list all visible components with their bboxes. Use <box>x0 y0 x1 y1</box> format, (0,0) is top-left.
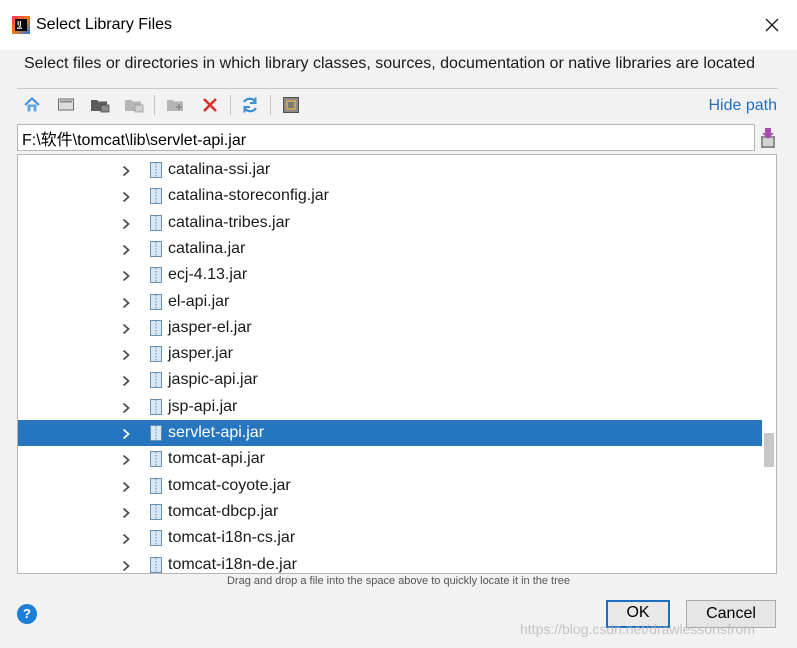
tree-row[interactable]: jsp-api.jar <box>18 394 762 420</box>
watermark: https://blog.csdn.net/drawlessonsfrom <box>520 621 756 637</box>
module-folder-icon[interactable] <box>122 93 146 117</box>
jar-file-icon <box>150 162 162 178</box>
jar-file-icon <box>150 451 162 468</box>
tree-row[interactable]: tomcat-dbcp.jar <box>18 499 762 525</box>
window-title: Select Library Files <box>36 16 173 33</box>
dialog-description: Select files or directories in which lib… <box>24 55 755 72</box>
tree-row-label: catalina.jar <box>168 239 246 257</box>
refresh-icon[interactable] <box>238 93 262 117</box>
jar-file-icon <box>150 346 162 363</box>
tree-row[interactable]: tomcat-coyote.jar <box>18 473 762 499</box>
tree-row[interactable]: servlet-api.jar <box>18 420 762 446</box>
hide-path-link[interactable]: Hide path <box>709 97 778 115</box>
tree-row-label: jasper-el.jar <box>168 318 252 336</box>
chevron-right-icon[interactable] <box>121 244 131 256</box>
chevron-right-icon[interactable] <box>121 402 131 414</box>
tree-row[interactable]: tomcat-i18n-cs.jar <box>18 525 762 551</box>
tree-row[interactable]: catalina.jar <box>18 236 762 262</box>
show-hidden-icon[interactable] <box>279 93 303 117</box>
tree-row[interactable]: jasper-el.jar <box>18 315 762 341</box>
chevron-right-icon[interactable] <box>121 428 131 440</box>
chevron-right-icon[interactable] <box>121 454 131 466</box>
chevron-right-icon[interactable] <box>121 218 131 230</box>
project-folder-icon[interactable] <box>88 93 112 117</box>
jar-file-icon <box>150 214 162 231</box>
tree-row-label: tomcat-api.jar <box>168 450 265 468</box>
tree-row[interactable]: tomcat-api.jar <box>18 446 762 472</box>
tree-row[interactable]: catalina-ssi.jar <box>18 157 762 183</box>
header-divider <box>17 88 778 89</box>
toolbar-divider <box>154 95 155 115</box>
jar-file-icon <box>150 267 162 284</box>
help-button[interactable]: ? <box>17 604 37 624</box>
chevron-right-icon[interactable] <box>121 323 131 335</box>
tree-row-label: tomcat-i18n-de.jar <box>168 555 297 573</box>
path-input[interactable] <box>17 124 755 151</box>
tree-row[interactable]: jaspic-api.jar <box>18 367 762 393</box>
jar-file-icon <box>150 188 162 205</box>
jar-file-icon <box>150 372 162 389</box>
tree-row-label: tomcat-dbcp.jar <box>168 502 279 520</box>
chevron-right-icon[interactable] <box>121 165 131 177</box>
tree-scrollbar-thumb[interactable] <box>764 433 774 467</box>
intellij-app-icon: IJ <box>12 16 30 34</box>
chevron-right-icon[interactable] <box>121 191 131 203</box>
tree-row-label: ecj-4.13.jar <box>168 266 248 284</box>
tree-row[interactable]: catalina-tribes.jar <box>18 210 762 236</box>
chevron-right-icon[interactable] <box>121 560 131 572</box>
jar-file-icon <box>150 556 162 573</box>
tree-scrollbar[interactable] <box>762 155 776 573</box>
jar-file-icon <box>150 398 162 415</box>
tree-row[interactable]: jasper.jar <box>18 341 762 367</box>
close-icon[interactable] <box>757 10 787 40</box>
chevron-right-icon[interactable] <box>121 270 131 282</box>
chevron-right-icon[interactable] <box>121 349 131 361</box>
path-history-icon[interactable] <box>758 124 778 150</box>
drag-drop-hint: Drag and drop a file into the space abov… <box>226 575 571 587</box>
jar-file-icon <box>150 425 162 441</box>
jar-file-icon <box>150 503 162 520</box>
tree-row[interactable]: ecj-4.13.jar <box>18 262 762 288</box>
tree-row[interactable]: catalina-storeconfig.jar <box>18 183 762 209</box>
home-icon[interactable] <box>20 93 44 117</box>
tree-row-label: catalina-tribes.jar <box>168 213 290 231</box>
toolbar-divider <box>270 95 271 115</box>
chevron-right-icon[interactable] <box>121 507 131 519</box>
jar-file-icon <box>150 319 162 336</box>
file-chooser-toolbar <box>20 92 420 118</box>
delete-icon[interactable] <box>198 93 222 117</box>
file-tree[interactable]: tomcat-i18n-de.jar tomcat-i18n-cs.jar tomc… <box>17 154 777 574</box>
tree-row-label: tomcat-coyote.jar <box>168 476 291 494</box>
chevron-right-icon[interactable] <box>121 375 131 387</box>
chevron-right-icon[interactable] <box>121 297 131 309</box>
jar-file-icon <box>150 530 162 547</box>
tree-row[interactable]: el-api.jar <box>18 289 762 315</box>
tree-row[interactable]: tomcat-i18n-de.jar <box>18 552 762 574</box>
tree-row-label: el-api.jar <box>168 292 230 310</box>
tree-row-label: jasper.jar <box>168 345 233 363</box>
chevron-right-icon[interactable] <box>121 481 131 493</box>
tree-row-label: catalina-ssi.jar <box>168 161 271 178</box>
jar-file-icon <box>150 477 162 494</box>
jar-file-icon <box>150 293 162 310</box>
tree-row-label: tomcat-i18n-cs.jar <box>168 529 296 547</box>
tree-row-label: jaspic-api.jar <box>168 371 258 389</box>
toolbar-divider <box>230 95 231 115</box>
title-bar: IJ Select Library Files <box>0 0 797 50</box>
tree-row-label: catalina-storeconfig.jar <box>168 187 329 205</box>
chevron-right-icon[interactable] <box>121 533 131 545</box>
jar-file-icon <box>150 240 162 257</box>
tree-row-label: servlet-api.jar <box>168 424 265 441</box>
desktop-icon[interactable] <box>54 93 78 117</box>
new-folder-icon[interactable] <box>164 93 188 117</box>
svg-text:IJ: IJ <box>17 21 21 28</box>
tree-row-label: jsp-api.jar <box>168 397 238 415</box>
